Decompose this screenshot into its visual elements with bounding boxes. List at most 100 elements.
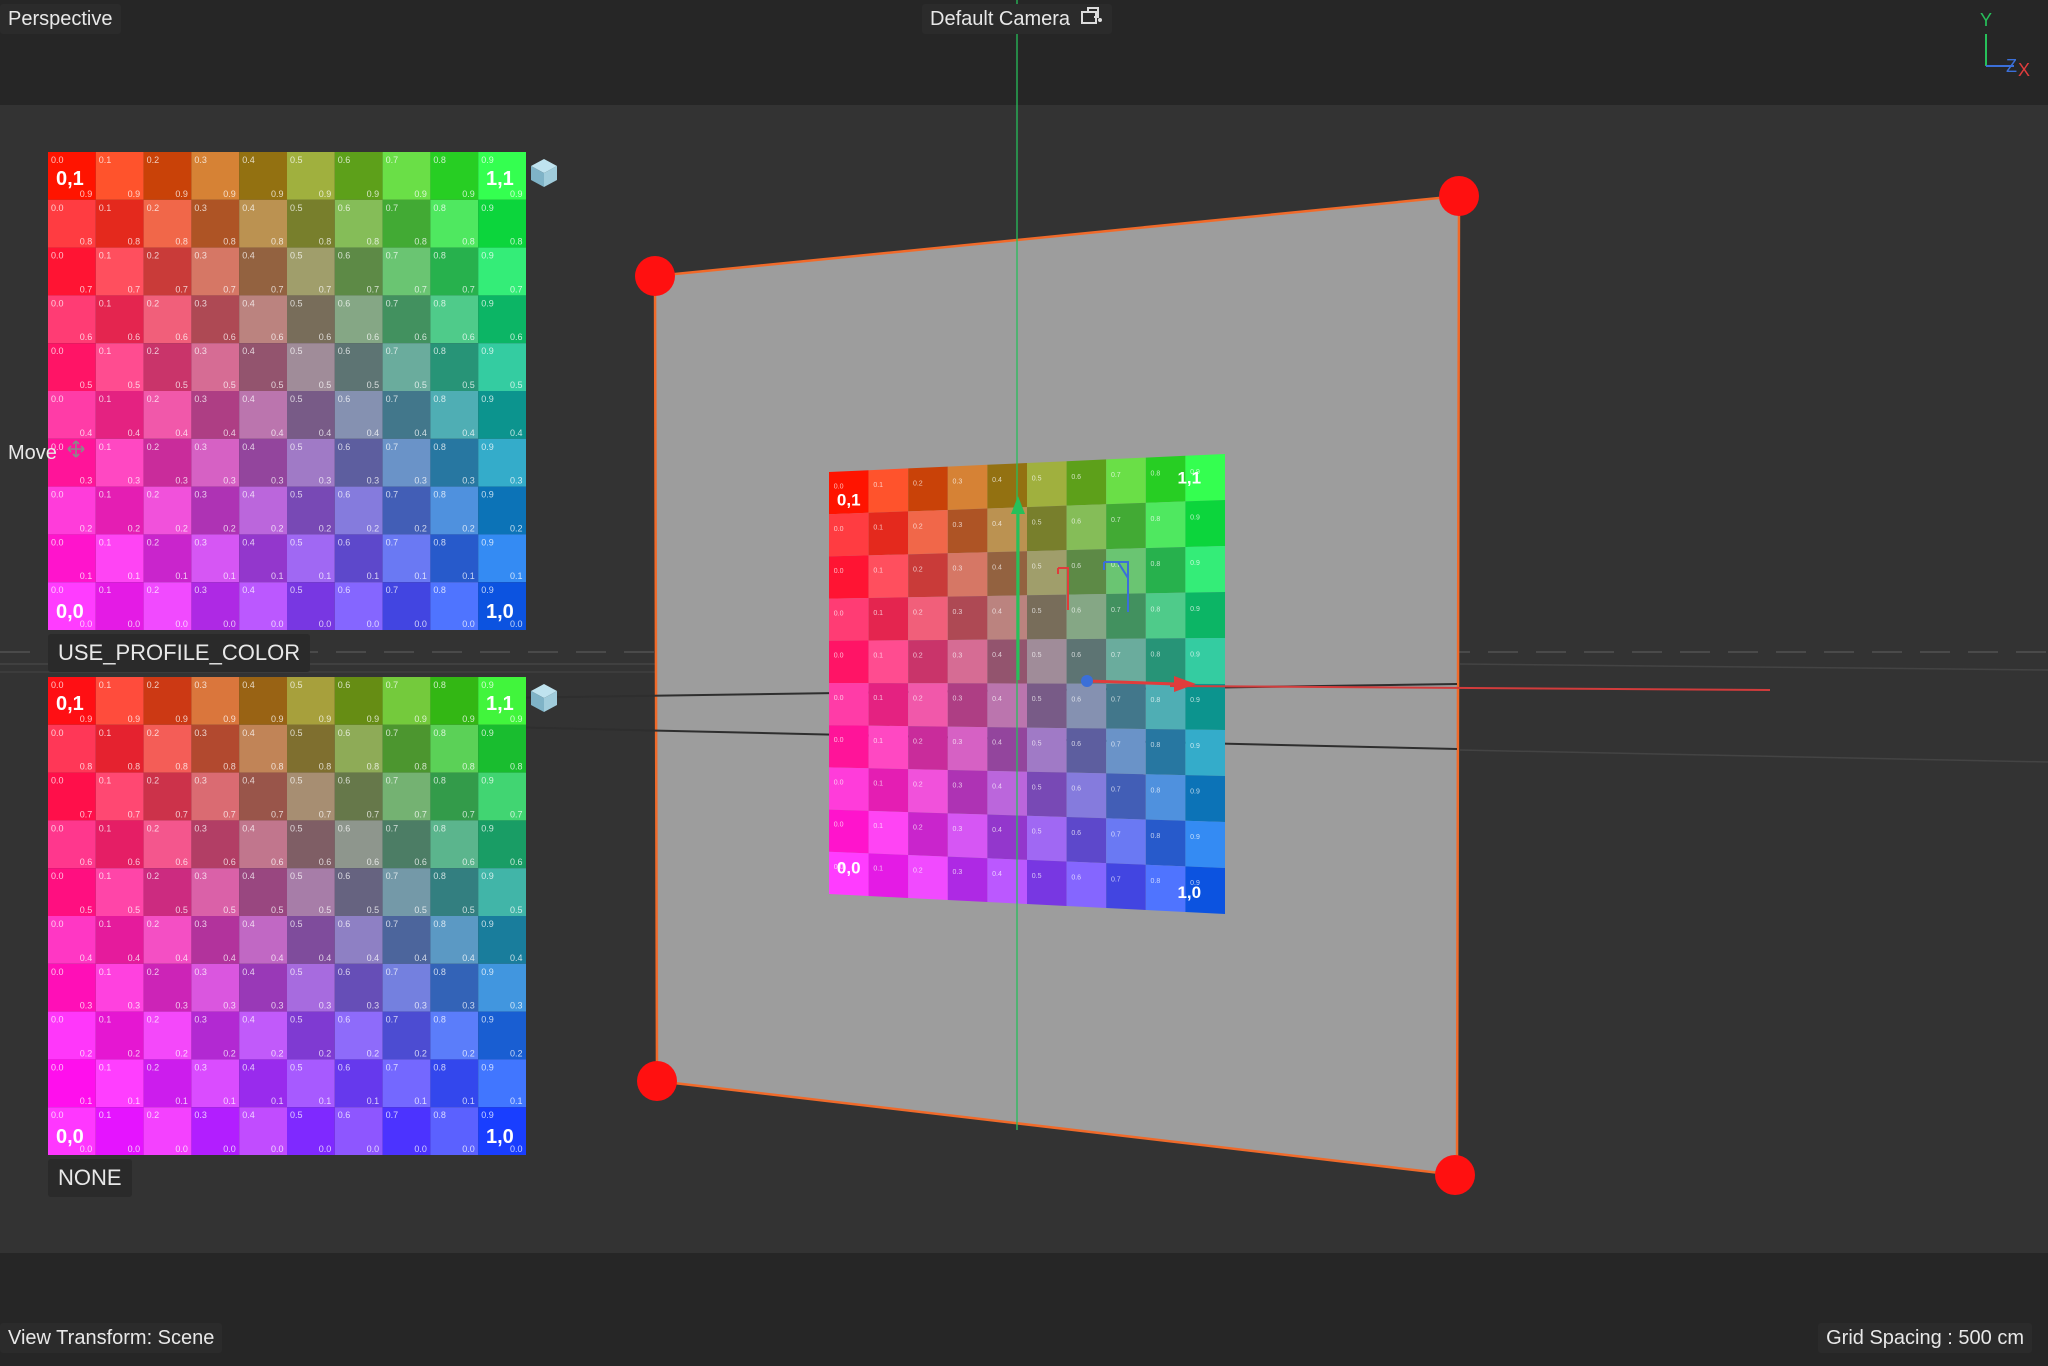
uv-grid-cell (908, 553, 948, 598)
uv-cell-u-label: 0.1 (99, 776, 112, 786)
uv-cell-u-label: 0.3 (194, 1015, 207, 1025)
uv-cell-v-label: 0.4 (128, 953, 141, 963)
uv-cell-u-label: 0.1 (99, 823, 112, 833)
uv-cell-v-label: 0.9 (414, 189, 427, 199)
corner-handle-top-left[interactable] (635, 256, 675, 296)
uv-cell-u-label: 0.1 (99, 298, 112, 308)
uv-corner-label: 0,1 (56, 693, 84, 715)
uv-cell-u-label: 0.3 (194, 1062, 207, 1072)
uv-cell-v-label: 0.8 (414, 237, 427, 247)
uv-cell-u-label: 0.6 (338, 155, 351, 165)
uv-cell-v-label: 0.7 (367, 284, 380, 294)
uv-cell-v-label: 0.6 (462, 857, 475, 867)
uv-grid-cell (987, 858, 1027, 904)
uv-cell-v-label: 0.4 (462, 428, 475, 438)
uv-cell-u-label: 0.9 (481, 490, 494, 500)
uv-cell-u-label: 0.4 (242, 728, 255, 738)
uv-cell-u-label: 0.9 (481, 776, 494, 786)
uv-cell-v-label: 0.9 (271, 714, 284, 724)
uv-cell-u-label: 0.4 (992, 783, 1002, 790)
uv-cell-u-label: 0.7 (386, 967, 399, 977)
uv-cell-u-label: 0.2 (147, 394, 160, 404)
uv-grid-cell (1106, 773, 1146, 820)
uv-cell-v-label: 0.6 (367, 857, 380, 867)
uv-cell-u-label: 0.5 (290, 967, 303, 977)
uv-cell-u-label: 0.1 (873, 482, 883, 489)
3d-viewport[interactable]: 0.0 0.1 0.2 0.3 0.4 0.5 0.6 0.7 0.8 0.9 0.0 0.1 0.2 0… (0, 0, 2048, 1366)
uv-cell-v-label: 0.2 (414, 1048, 427, 1058)
uv-cell-u-label: 0.0 (51, 1062, 64, 1072)
uv-cell-u-label: 0.3 (194, 585, 207, 595)
uv-cell-u-label: 0.6 (338, 585, 351, 595)
uv-cell-v-label: 0.6 (510, 332, 523, 342)
uv-grid-cell (987, 814, 1027, 860)
uv-cell-u-label: 0.3 (194, 490, 207, 500)
active-tool-label[interactable]: Move (0, 438, 94, 468)
uv-cell-v-label: 0.9 (367, 189, 380, 199)
uv-cell-v-label: 0.4 (271, 428, 284, 438)
uv-cell-u-label: 0.8 (433, 155, 446, 165)
uv-cell-v-label: 0.6 (128, 332, 141, 342)
uv-grid-cell (829, 555, 869, 599)
uv-cell-v-label: 0.7 (128, 284, 141, 294)
uv-cell-v-label: 0.5 (510, 905, 523, 915)
uv-cell-v-label: 0.9 (319, 714, 332, 724)
uv-grid-cell (1106, 818, 1146, 865)
uv-corner-label: 1,0 (486, 601, 514, 623)
view-name-label[interactable]: Perspective (0, 4, 121, 34)
uv-cell-v-label: 0.7 (367, 809, 380, 819)
uv-cell-u-label: 0.0 (51, 776, 64, 786)
uv-cell-u-label: 0.1 (873, 780, 883, 787)
uv-cell-u-label: 0.1 (99, 680, 112, 690)
uv-grid-cell (908, 509, 948, 555)
uv-grid-cell (1185, 592, 1225, 639)
uv-cell-v-label: 0.3 (223, 476, 236, 486)
uv-cell-u-label: 0.6 (338, 967, 351, 977)
uv-grid-cell (1066, 683, 1107, 729)
uv-cell-v-label: 0.2 (223, 1048, 236, 1058)
uv-cell-u-label: 0.7 (1111, 876, 1121, 883)
axis-x-label: X (2018, 60, 2030, 78)
uv-cell-v-label: 0.7 (414, 284, 427, 294)
uv-cell-v-label: 0.8 (175, 762, 188, 772)
uv-cell-v-label: 0.8 (319, 762, 332, 772)
uv-cell-u-label: 0.3 (953, 609, 963, 616)
uv-cell-u-label: 0.7 (386, 298, 399, 308)
uv-cell-u-label: 0.3 (194, 967, 207, 977)
uv-cell-u-label: 0.9 (1190, 560, 1200, 567)
uv-grid-cell (987, 727, 1027, 772)
uv-cell-u-label: 0.2 (913, 652, 923, 659)
uv-cell-u-label: 0.1 (99, 346, 112, 356)
uv-cell-v-label: 0.3 (462, 1001, 475, 1011)
corner-handle-top-right[interactable] (1439, 176, 1479, 216)
uv-cell-u-label: 0.9 (481, 680, 494, 690)
uv-corner-label: 0,1 (837, 490, 861, 509)
uv-cell-u-label: 0.9 (1190, 743, 1200, 750)
uv-cell-v-label: 0.2 (175, 523, 188, 533)
uv-cell-u-label: 0.7 (1111, 742, 1121, 749)
camera-selector[interactable]: Default Camera (922, 4, 1112, 34)
uv-cell-u-label: 0.4 (992, 608, 1002, 615)
uv-cell-v-label: 0.1 (414, 1096, 427, 1106)
uv-cell-u-label: 0.4 (242, 919, 255, 929)
uv-cell-v-label: 0.4 (271, 953, 284, 963)
uv-grid-cell (1185, 500, 1225, 548)
uv-cell-v-label: 0.1 (367, 1096, 380, 1106)
uv-grid-cell (868, 725, 909, 770)
uv-grid-cell (947, 856, 988, 902)
uv-cell-u-label: 0.2 (147, 776, 160, 786)
corner-handle-bottom-left[interactable] (637, 1061, 677, 1101)
uv-cell-v-label: 0.7 (414, 809, 427, 819)
uv-cell-u-label: 0.6 (1071, 696, 1081, 703)
uv-grid-cell (868, 597, 909, 641)
uv-cell-v-label: 0.7 (510, 809, 523, 819)
gizmo-center-handle[interactable] (1081, 675, 1093, 687)
uv-cell-v-label: 0.8 (223, 762, 236, 772)
uv-cell-v-label: 0.2 (223, 523, 236, 533)
uv-cell-v-label: 0.9 (80, 189, 93, 199)
uv-grid-cell (987, 639, 1027, 684)
corner-handle-bottom-right[interactable] (1435, 1155, 1475, 1195)
uv-cell-v-label: 0.9 (319, 189, 332, 199)
uv-cell-u-label: 0.7 (1111, 517, 1121, 524)
uv-cell-u-label: 0.6 (338, 490, 351, 500)
